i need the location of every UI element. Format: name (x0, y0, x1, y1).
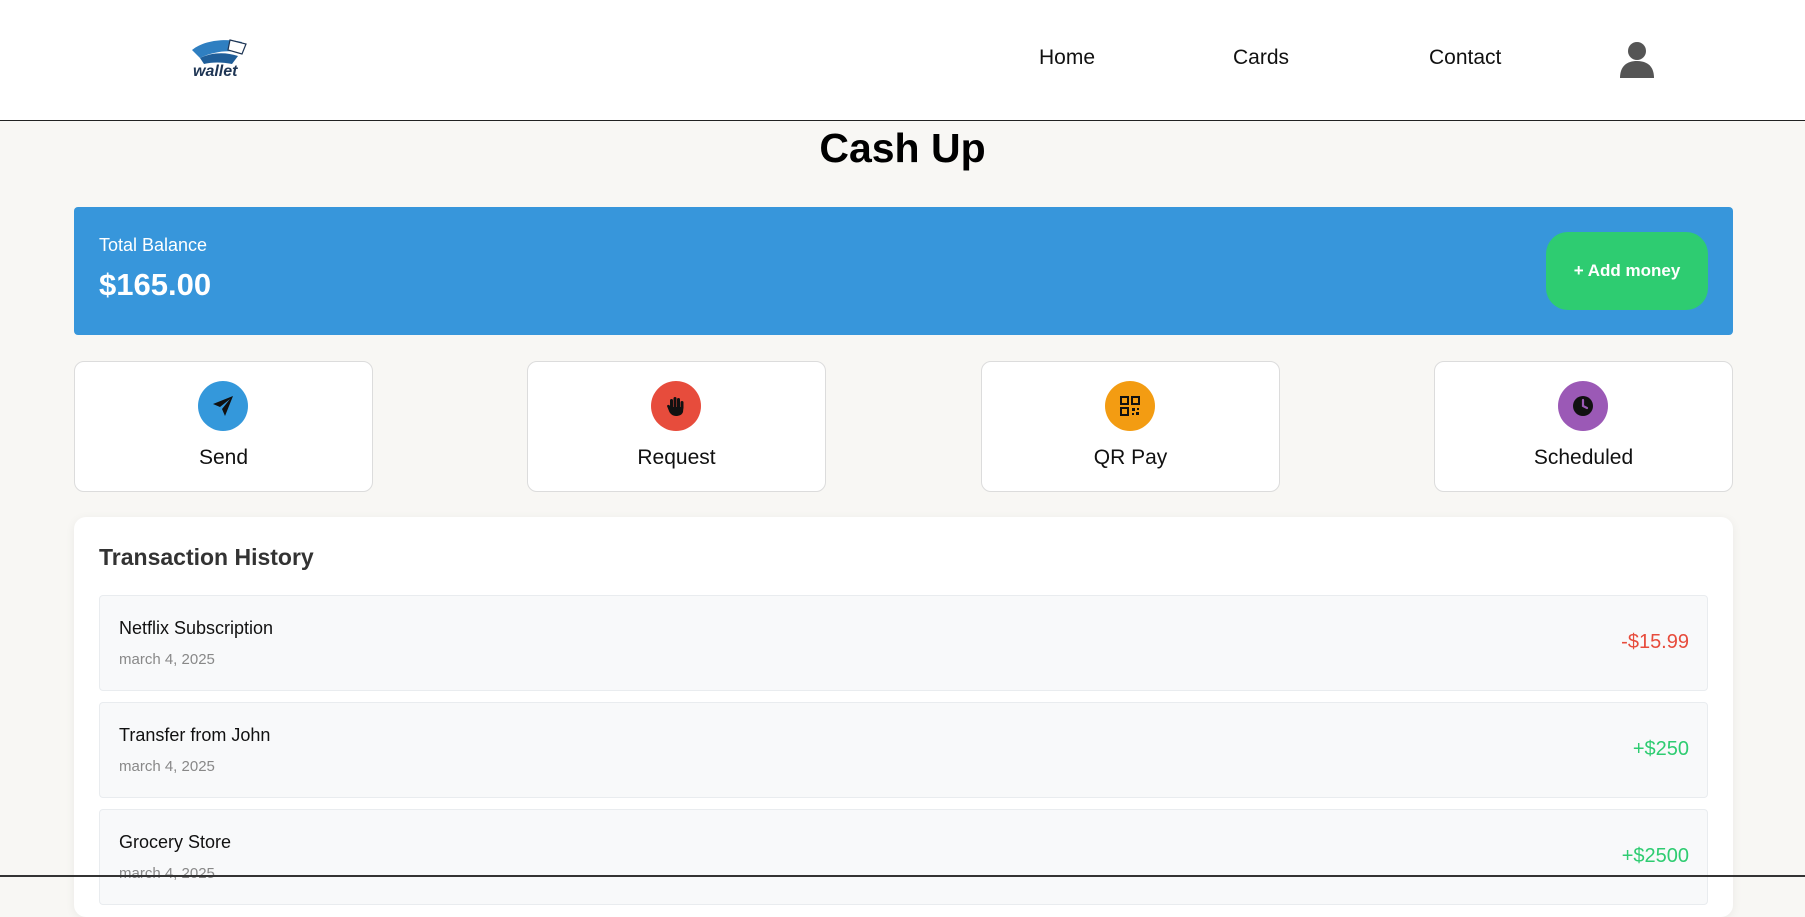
hand-icon (651, 381, 701, 431)
balance-label: Total Balance (99, 235, 208, 255)
transaction-date: march 4, 2025 (119, 865, 215, 882)
transaction-amount: +$250 (1632, 738, 1689, 760)
send-label: Send (198, 446, 249, 469)
transaction-amount: -$15.99 (1621, 631, 1689, 653)
history-title: Transaction History (99, 544, 314, 570)
balance-amount: $165.00 (99, 267, 212, 302)
nav-link-cards[interactable]: Cards (1233, 46, 1289, 70)
add-money-button[interactable]: + Add money (1546, 232, 1708, 310)
request-label: Request (637, 446, 716, 469)
nav-link-contact[interactable]: Contact (1429, 46, 1501, 70)
request-action-card[interactable]: Request (527, 361, 826, 492)
page-title: Cash Up (819, 125, 986, 171)
logo-text: wallet (193, 63, 238, 80)
balance-card: Total Balance $165.00 + Add money (74, 207, 1733, 335)
transaction-date: march 4, 2025 (119, 758, 215, 775)
transaction-name: Grocery Store (119, 832, 232, 852)
transaction-row[interactable]: Transfer from John march 4, 2025 +$250 (99, 702, 1708, 798)
qr-code-icon (1105, 381, 1155, 431)
transaction-history-panel: Transaction History Netflix Subscription… (74, 517, 1733, 917)
transaction-row[interactable]: Netflix Subscription march 4, 2025 -$15.… (99, 595, 1708, 691)
scheduled-action-card[interactable]: Scheduled (1434, 361, 1733, 492)
navbar: wallet Home Cards Contact (0, 0, 1805, 121)
nav-link-home[interactable]: Home (1039, 46, 1095, 70)
user-avatar-icon[interactable] (1618, 40, 1656, 78)
clock-icon (1558, 381, 1608, 431)
qr-pay-action-card[interactable]: QR Pay (981, 361, 1280, 492)
transaction-date: march 4, 2025 (119, 651, 215, 668)
scheduled-label: Scheduled (1533, 446, 1634, 469)
transaction-name: Netflix Subscription (119, 618, 274, 638)
paper-plane-icon (198, 381, 248, 431)
send-action-card[interactable]: Send (74, 361, 373, 492)
transaction-name: Transfer from John (119, 725, 271, 745)
transaction-row[interactable]: Grocery Store march 4, 2025 +$2500 (99, 809, 1708, 905)
qr-pay-label: QR Pay (1093, 446, 1168, 469)
transaction-amount: +$2500 (1621, 845, 1689, 867)
